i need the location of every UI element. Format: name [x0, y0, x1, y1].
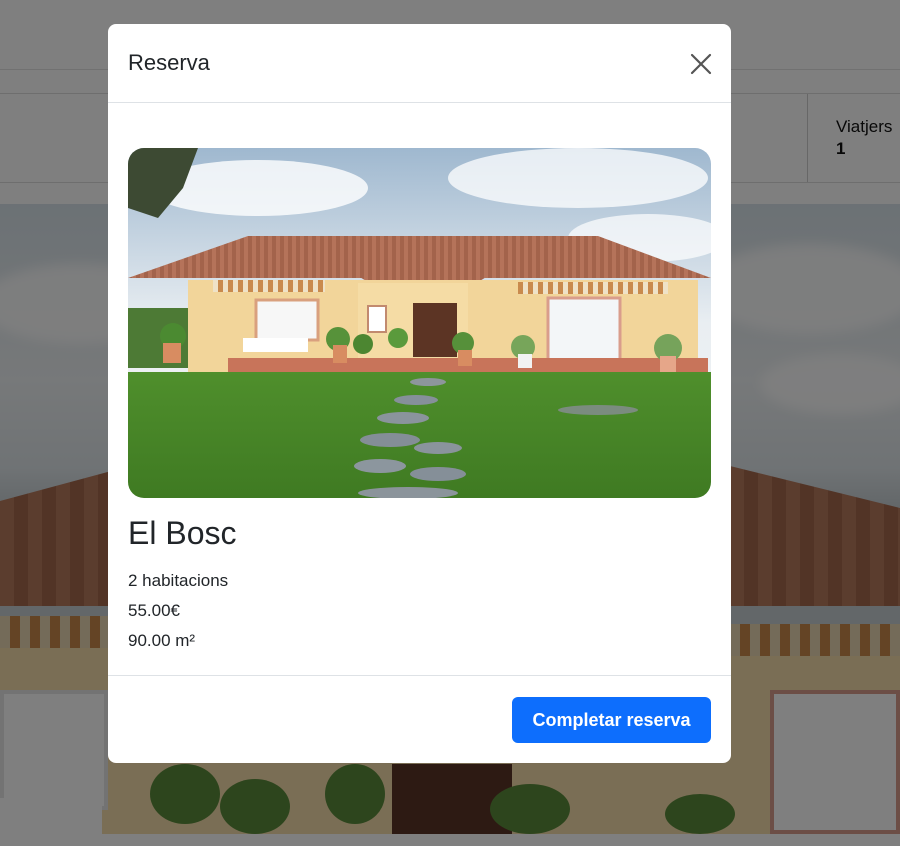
room-bedrooms: 2 habitacions — [128, 571, 229, 590]
close-icon[interactable] — [686, 49, 716, 79]
modal-body: El Bosc 2 habitacions 55.00€ 90.00 m² — [128, 148, 711, 656]
modal-header: Reserva — [108, 24, 731, 103]
room-name: El Bosc — [128, 515, 237, 551]
booking-modal: Reserva El Bosc 2 habitacions 55.00€ 90.… — [108, 24, 731, 763]
modal-title: Reserva — [128, 50, 210, 75]
modal-footer: Completar reserva — [108, 675, 731, 763]
room-price: 55.00€ — [128, 601, 180, 620]
room-photo — [128, 148, 711, 498]
complete-booking-button[interactable]: Completar reserva — [512, 697, 711, 743]
room-area: 90.00 m² — [128, 631, 196, 650]
